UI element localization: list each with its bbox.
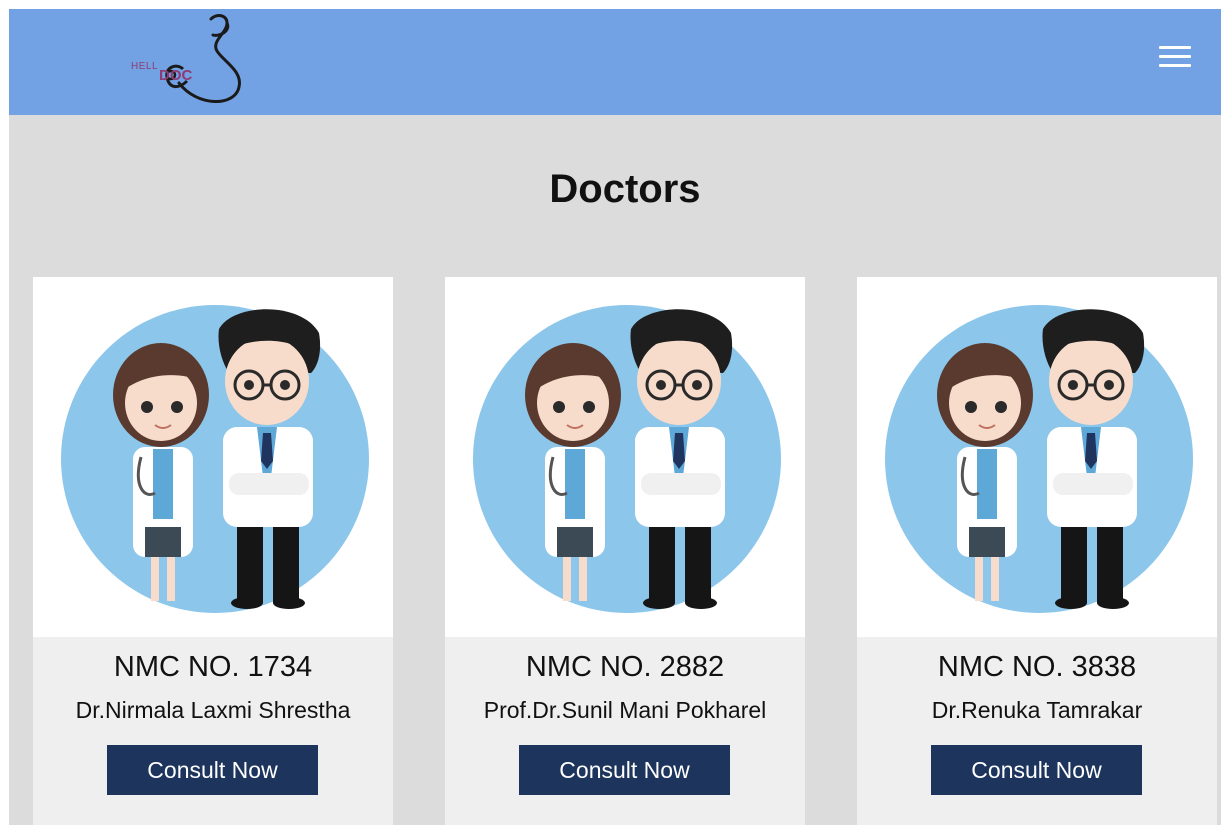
page-frame: HELL DOC Doctors NMC NO. 1734 Dr.Nirmala… bbox=[9, 9, 1221, 825]
hamburger-menu-icon[interactable] bbox=[1159, 44, 1193, 70]
doctor-nmc-number: NMC NO. 3838 bbox=[937, 651, 1137, 683]
menu-bar-middle bbox=[1159, 55, 1191, 58]
doctor-name: Dr.Renuka Tamrakar bbox=[931, 697, 1143, 723]
menu-bar-top bbox=[1159, 46, 1191, 49]
doctor-card: NMC NO. 2882 Prof.Dr.Sunil Mani Pokharel… bbox=[445, 277, 805, 825]
doctor-image bbox=[857, 277, 1217, 637]
logo-text-hell: HELL bbox=[131, 61, 159, 72]
doctors-illustration-icon bbox=[473, 305, 781, 613]
menu-bar-bottom bbox=[1159, 64, 1191, 67]
stethoscope-logo-icon bbox=[165, 14, 241, 103]
consult-now-button[interactable]: Consult Now bbox=[931, 745, 1142, 795]
doctor-name: Dr.Nirmala Laxmi Shrestha bbox=[75, 697, 351, 723]
doctor-card: NMC NO. 1734 Dr.Nirmala Laxmi Shrestha C… bbox=[33, 277, 393, 825]
doctor-image bbox=[445, 277, 805, 637]
consult-now-button[interactable]: Consult Now bbox=[519, 745, 730, 795]
doctor-nmc-number: NMC NO. 2882 bbox=[525, 651, 725, 683]
doctors-illustration-icon bbox=[61, 305, 369, 613]
doctor-image bbox=[33, 277, 393, 637]
doctor-name: Prof.Dr.Sunil Mani Pokharel bbox=[483, 697, 767, 723]
logo-text-doc: DOC bbox=[159, 67, 193, 84]
doctors-illustration-icon bbox=[885, 305, 1193, 613]
navbar: HELL DOC bbox=[9, 9, 1221, 115]
consult-now-button[interactable]: Consult Now bbox=[107, 745, 318, 795]
page-title: Doctors bbox=[549, 167, 701, 211]
doctor-nmc-number: NMC NO. 1734 bbox=[113, 651, 313, 683]
logo[interactable]: HELL DOC bbox=[127, 11, 247, 107]
doctor-card: NMC NO. 3838 Dr.Renuka Tamrakar Consult … bbox=[857, 277, 1217, 825]
